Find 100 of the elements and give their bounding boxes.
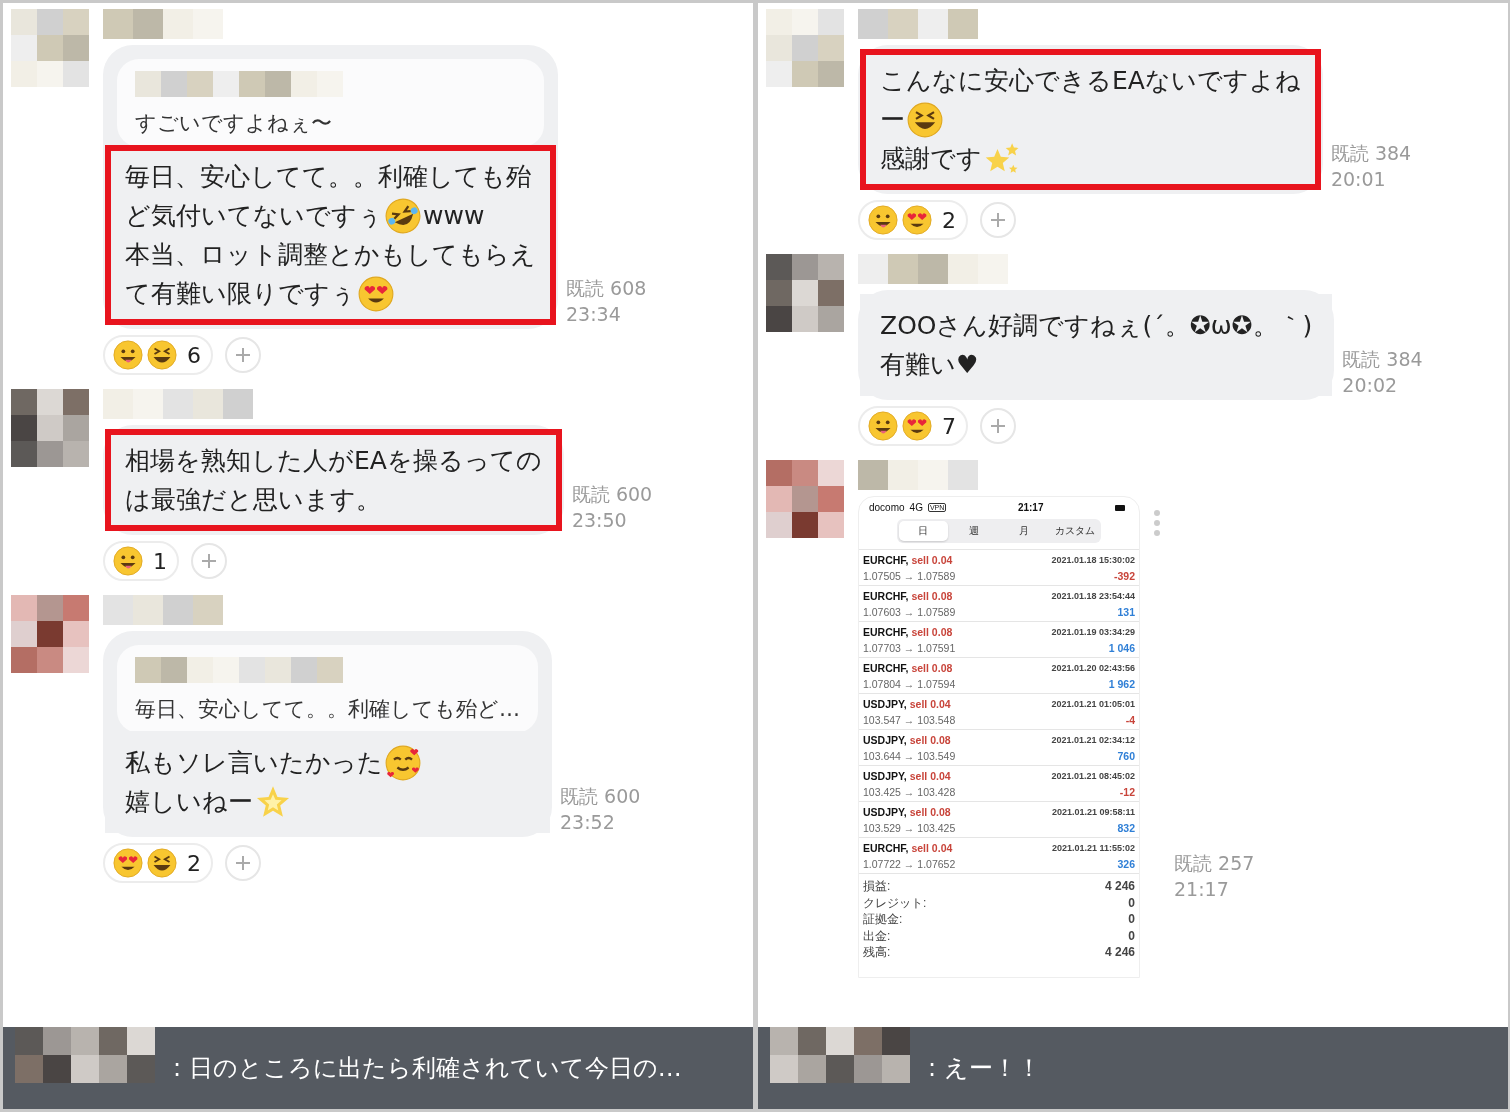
smiling-face-icon bbox=[113, 546, 143, 576]
message-line: て有難い限りですぅ bbox=[125, 274, 536, 313]
trade-prices: 1.07722 → 1.07652 bbox=[863, 857, 957, 872]
plus-icon bbox=[200, 552, 218, 570]
summary-label: クレジット: bbox=[863, 894, 928, 911]
trade-profit: 1 046 bbox=[1107, 641, 1135, 656]
trade-symbol: EURCHF, sell 0.04 bbox=[863, 553, 954, 568]
trade-profit: 1 962 bbox=[1107, 677, 1135, 692]
message-time: 23:34 bbox=[566, 302, 622, 327]
more-icon[interactable] bbox=[1154, 510, 1160, 536]
laughing-face-icon bbox=[147, 848, 177, 878]
period-tab[interactable]: カスタム bbox=[1050, 521, 1099, 541]
period-tab[interactable]: 週 bbox=[949, 521, 998, 541]
trade-prices: 103.529 → 103.425 bbox=[863, 821, 957, 836]
message-line: こんなに安心できるEAないですよね bbox=[880, 65, 1301, 97]
message-line: 毎日、安心してて。。利確しても殆 bbox=[125, 161, 532, 193]
trade-symbol: EURCHF, sell 0.08 bbox=[863, 661, 954, 676]
network-label: 4G bbox=[909, 502, 923, 513]
laughing-face-icon bbox=[907, 101, 943, 138]
summary-label: 残高: bbox=[863, 944, 892, 961]
reaction-pill[interactable]: 6 bbox=[103, 335, 213, 375]
plus-icon bbox=[234, 346, 252, 364]
trade-prices: 1.07603 → 1.07589 bbox=[863, 605, 957, 620]
read-count: 既読 600 bbox=[571, 482, 653, 507]
trade-prices: 103.425 → 103.428 bbox=[863, 785, 957, 800]
trade-profit: -12 bbox=[1118, 785, 1135, 800]
smiling-face-icon bbox=[868, 205, 898, 235]
trade-symbol: EURCHF, sell 0.08 bbox=[863, 589, 954, 604]
reaction-pill[interactable]: 2 bbox=[858, 200, 968, 240]
trade-date: 2021.01.21 09:58:11 bbox=[1051, 806, 1135, 819]
trade-prices: 1.07804 → 1.07594 bbox=[863, 677, 957, 692]
laughing-face-icon bbox=[147, 340, 177, 370]
smiling-face-icon bbox=[113, 340, 143, 370]
trade-profit: 832 bbox=[1116, 821, 1135, 836]
message-line: 有難い♥ bbox=[880, 349, 980, 381]
message-line: ー bbox=[880, 100, 1301, 139]
trade-symbol: USDJPY, sell 0.04 bbox=[863, 769, 952, 784]
face-with-hearts-icon bbox=[385, 744, 421, 781]
trade-date: 2021.01.21 02:34:12 bbox=[1051, 734, 1135, 747]
trade-symbol: USDJPY, sell 0.08 bbox=[863, 733, 952, 748]
plus-icon bbox=[989, 417, 1007, 435]
heart-eyes-face-icon bbox=[902, 411, 932, 441]
summary-value: 4 246 bbox=[1104, 944, 1135, 961]
carrier-label: docomo bbox=[869, 502, 905, 513]
message-line: 本当、ロット調整とかもしてもらえ bbox=[125, 239, 536, 271]
message-line: 私もソレ言いたかった bbox=[125, 743, 530, 782]
trade-profit: -392 bbox=[1113, 569, 1135, 584]
read-count: 既読 384 bbox=[1330, 141, 1412, 166]
trade-prices: 103.644 → 103.549 bbox=[863, 749, 957, 764]
add-reaction-button[interactable] bbox=[225, 337, 261, 373]
trade-symbol: EURCHF, sell 0.08 bbox=[863, 625, 954, 640]
battery-icon bbox=[1115, 504, 1125, 511]
notification-text: : 日のところに出たら利確されていて今日の… bbox=[173, 1053, 682, 1084]
trade-symbol: USDJPY, sell 0.08 bbox=[863, 805, 952, 820]
trade-prices: 1.07703 → 1.07591 bbox=[863, 641, 957, 656]
notification-banner[interactable]: : 日のところに出たら利確されていて今日の… bbox=[3, 1027, 753, 1109]
message-line: ど気付いてないですぅ www bbox=[125, 196, 536, 235]
plus-icon bbox=[234, 854, 252, 872]
heart-eyes-face-icon bbox=[113, 848, 143, 878]
trade-prices: 1.07505 → 1.07589 bbox=[863, 569, 957, 584]
message-line: ZOOさん好調ですねぇ(´。✪ω✪。｀) bbox=[880, 310, 1313, 342]
summary-value: 0 bbox=[1127, 894, 1135, 911]
add-reaction-button[interactable] bbox=[980, 202, 1016, 238]
summary-value: 4 246 bbox=[1104, 878, 1135, 895]
reaction-pill[interactable]: 2 bbox=[103, 843, 213, 883]
reaction-pill[interactable]: 7 bbox=[858, 406, 968, 446]
trade-symbol: EURCHF, sell 0.04 bbox=[863, 841, 954, 856]
trade-date: 2021.01.18 23:54:44 bbox=[1051, 590, 1135, 603]
summary-value: 0 bbox=[1127, 927, 1135, 944]
message-time: 20:01 bbox=[1330, 167, 1387, 192]
trade-date: 2021.01.19 03:34:29 bbox=[1051, 626, 1135, 639]
reaction-pill[interactable]: 1 bbox=[103, 541, 179, 581]
trade-profit: 326 bbox=[1116, 857, 1135, 872]
read-count: 既読 600 bbox=[560, 784, 641, 809]
message-time: 20:02 bbox=[1342, 373, 1399, 398]
read-count: 既読 257 bbox=[1174, 850, 1255, 876]
period-tab[interactable]: 月 bbox=[1000, 521, 1049, 541]
trade-date: 2021.01.20 02:43:56 bbox=[1051, 662, 1135, 675]
quote-text: 毎日、安心してて。。利確しても殆ど… bbox=[135, 696, 520, 723]
heart-eyes-face-icon bbox=[902, 205, 932, 235]
trade-date: 2021.01.21 11:55:02 bbox=[1051, 842, 1135, 855]
notification-text: : えー！！ bbox=[928, 1053, 1041, 1084]
trade-profit: 131 bbox=[1116, 605, 1135, 620]
period-tab[interactable]: 日 bbox=[899, 521, 948, 541]
add-reaction-button[interactable] bbox=[191, 543, 227, 579]
trade-history-screenshot[interactable] bbox=[858, 496, 1140, 978]
notification-banner[interactable]: : えー！！ bbox=[758, 1027, 1508, 1109]
summary-value: 0 bbox=[1127, 911, 1135, 928]
message-line: は最強だと思います。 bbox=[125, 484, 382, 516]
message-line: 相場を熟知した人がEAを操るっての bbox=[125, 445, 542, 477]
heart-eyes-face-icon bbox=[358, 275, 394, 312]
message-line: 嬉しいねー bbox=[125, 782, 530, 821]
summary-label: 証拠金: bbox=[863, 911, 904, 928]
quote-text: すごいですよねぇ〜 bbox=[135, 110, 333, 137]
add-reaction-button[interactable] bbox=[225, 845, 261, 881]
trade-symbol: USDJPY, sell 0.04 bbox=[863, 697, 952, 712]
trade-date: 2021.01.21 08:45:02 bbox=[1051, 770, 1135, 783]
smiling-face-icon bbox=[868, 411, 898, 441]
read-count: 既読 384 bbox=[1342, 347, 1423, 372]
add-reaction-button[interactable] bbox=[980, 408, 1016, 444]
